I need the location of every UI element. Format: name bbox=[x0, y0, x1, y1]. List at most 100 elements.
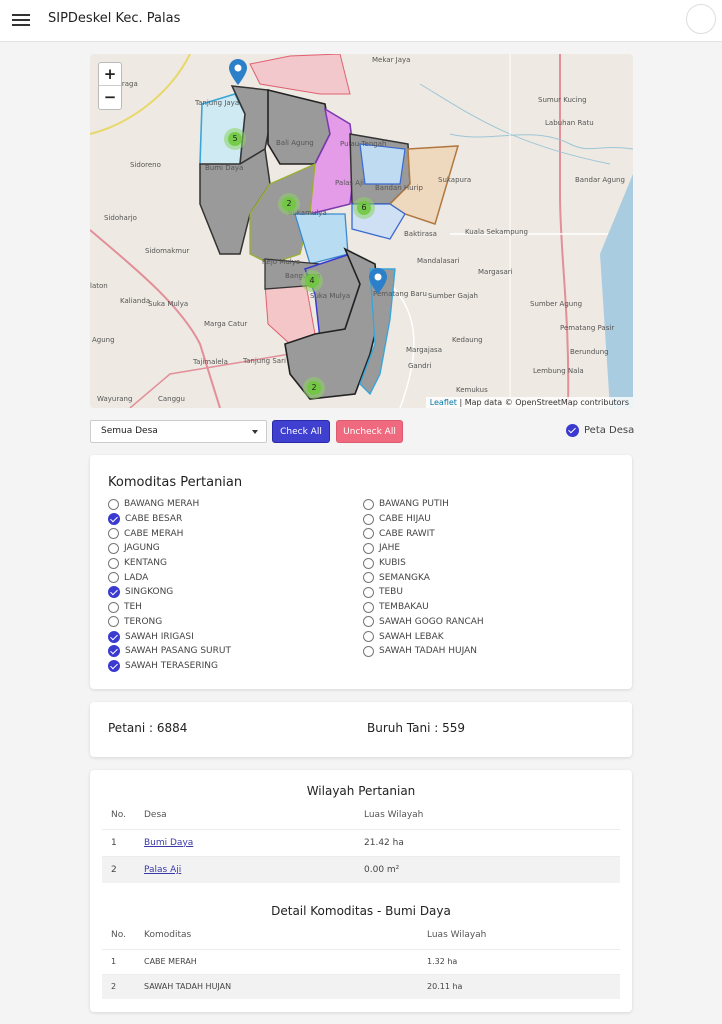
map-marker-icon[interactable] bbox=[369, 268, 387, 294]
map-label: Sumber Gajah bbox=[428, 292, 478, 300]
map-marker-icon[interactable] bbox=[229, 59, 247, 85]
komoditas-checkbox-item[interactable]: JAHE bbox=[363, 541, 484, 556]
komoditas-label: LADA bbox=[124, 572, 149, 583]
komoditas-label: TERONG bbox=[124, 616, 163, 627]
map-label: Kuala Sekampung bbox=[465, 228, 528, 236]
komoditas-checkbox-item[interactable]: SAWAH LEBAK bbox=[363, 629, 484, 644]
checkbox-unchecked-icon bbox=[108, 557, 119, 569]
komoditas-checkbox-item[interactable]: SAWAH TERASERING bbox=[108, 659, 231, 674]
map-cluster[interactable]: 4 bbox=[301, 270, 323, 292]
desa-select[interactable]: Semua Desa bbox=[90, 420, 267, 443]
column-header: Desa bbox=[144, 809, 167, 820]
komoditas-checkbox-item[interactable]: BAWANG MERAH bbox=[108, 497, 231, 512]
komoditas-checkbox-item[interactable]: CABE BESAR bbox=[108, 512, 231, 527]
cluster-count: 2 bbox=[307, 381, 321, 395]
map-label: Baktirasa bbox=[404, 230, 437, 238]
komoditas-checkbox-item[interactable]: CABE MERAH bbox=[108, 526, 231, 541]
komoditas-label: CABE MERAH bbox=[124, 528, 184, 539]
row-no: 2 bbox=[102, 973, 135, 999]
wilayah-title: Wilayah Pertanian bbox=[306, 784, 416, 798]
map-label: Pematang Pasir bbox=[560, 324, 615, 332]
komoditas-checkbox-item[interactable]: CABE HIJAU bbox=[363, 512, 484, 527]
komoditas-label: SAWAH LEBAK bbox=[379, 631, 444, 642]
map-label: Kedaung bbox=[452, 336, 483, 344]
komoditas-checkbox-item[interactable]: LADA bbox=[108, 570, 231, 585]
column-header: No. bbox=[111, 809, 126, 820]
row-komoditas: CABE MERAH bbox=[135, 948, 418, 974]
checkbox-checked-icon bbox=[108, 645, 120, 658]
zoom-out-button[interactable]: − bbox=[99, 86, 121, 109]
column-header: Luas Wilayah bbox=[364, 809, 424, 820]
map-label: Bumi Daya bbox=[205, 164, 244, 172]
komoditas-checkbox-item[interactable]: KUBIS bbox=[363, 556, 484, 571]
checkbox-unchecked-icon bbox=[108, 572, 119, 584]
checkbox-unchecked-icon bbox=[363, 631, 374, 643]
caret-down-icon bbox=[252, 430, 258, 434]
komoditas-checkbox-item[interactable]: SAWAH TADAH HUJAN bbox=[363, 644, 484, 659]
desa-link[interactable]: Palas Aji bbox=[144, 865, 181, 875]
map-label: Suka Mulya bbox=[148, 300, 189, 308]
komoditas-checkbox-item[interactable]: TEMBAKAU bbox=[363, 600, 484, 615]
komoditas-checkbox-item[interactable]: BAWANG PUTIH bbox=[363, 497, 484, 512]
checkbox-checked-icon bbox=[108, 513, 120, 526]
komoditas-checkbox-item[interactable]: TEBU bbox=[363, 585, 484, 600]
cluster-count: 2 bbox=[282, 197, 296, 211]
check-all-button[interactable]: Check All bbox=[272, 420, 330, 443]
komoditas-checkbox-item[interactable]: SEMANGKA bbox=[363, 570, 484, 585]
detail-title: Detail Komoditas - Bumi Daya bbox=[271, 904, 451, 918]
komoditas-checkbox-item[interactable]: TEH bbox=[108, 600, 231, 615]
map-label: Tajimalela bbox=[193, 358, 228, 366]
map-label: Lembung Nala bbox=[533, 367, 584, 375]
komoditas-checkbox-item[interactable]: SAWAH PASANG SURUT bbox=[108, 644, 231, 659]
map-view[interactable]: + − Mekar Jaya Balinuraga Tanjung Jaya S… bbox=[90, 54, 633, 408]
komoditas-checkbox-item[interactable]: SINGKONG bbox=[108, 585, 231, 600]
checkbox-unchecked-icon bbox=[108, 498, 119, 510]
map-label: Marga Catur bbox=[204, 320, 248, 328]
komoditas-title: Komoditas Pertanian bbox=[108, 475, 243, 490]
checkbox-unchecked-icon bbox=[363, 616, 374, 628]
desa-select-value: Semua Desa bbox=[101, 426, 158, 436]
app-title: SIPDeskel Kec. Palas bbox=[48, 11, 181, 26]
leaflet-link[interactable]: Leaflet bbox=[430, 398, 457, 407]
map-cluster[interactable]: 5 bbox=[224, 128, 246, 150]
komoditas-card: Komoditas Pertanian BAWANG MERAH CABE BES… bbox=[90, 455, 632, 689]
map-label: laton bbox=[90, 282, 108, 290]
komoditas-checkbox-item[interactable]: SAWAH IRIGASI bbox=[108, 629, 231, 644]
stats-card: Petani : 6884 Buruh Tani : 559 bbox=[90, 702, 632, 757]
map-label: Sidoreno bbox=[130, 161, 161, 169]
map-label: Bali Agung bbox=[276, 139, 314, 147]
map-canvas bbox=[90, 54, 633, 408]
map-label: Sumur Kucing bbox=[538, 96, 587, 104]
uncheck-all-button[interactable]: Uncheck All bbox=[336, 420, 403, 443]
komoditas-label: BAWANG PUTIH bbox=[379, 499, 449, 510]
checkbox-unchecked-icon bbox=[108, 601, 119, 613]
komoditas-checkbox-item[interactable]: JAGUNG bbox=[108, 541, 231, 556]
wilayah-card: Wilayah Pertanian No. Desa Luas Wilayah … bbox=[90, 770, 632, 1012]
zoom-control: + − bbox=[98, 62, 122, 110]
zoom-in-button[interactable]: + bbox=[99, 63, 121, 86]
map-cluster[interactable]: 2 bbox=[278, 193, 300, 215]
komoditas-checkbox-item[interactable]: TERONG bbox=[108, 615, 231, 630]
komoditas-label: CABE RAWIT bbox=[379, 528, 435, 539]
komoditas-checkbox-item[interactable]: CABE RAWIT bbox=[363, 526, 484, 541]
komoditas-label: SINGKONG bbox=[125, 587, 174, 598]
hamburger-menu-icon[interactable] bbox=[12, 11, 30, 29]
peta-desa-toggle[interactable]: Peta Desa bbox=[566, 424, 634, 437]
map-label: Sidoharjo bbox=[104, 214, 137, 222]
map-label: Mandalasari bbox=[417, 257, 460, 265]
checkbox-unchecked-icon bbox=[363, 572, 374, 584]
map-cluster[interactable]: 6 bbox=[353, 197, 375, 219]
cluster-count: 6 bbox=[357, 201, 371, 215]
row-luas: 1.32 ha bbox=[418, 948, 620, 974]
avatar[interactable] bbox=[686, 4, 716, 34]
komoditas-list-left: BAWANG MERAH CABE BESAR CABE MERAH JAGUNG KE… bbox=[108, 497, 231, 673]
row-komoditas: SAWAH TADAH HUJAN bbox=[135, 973, 418, 999]
checkbox-unchecked-icon bbox=[108, 528, 119, 540]
table-row: 1 Bumi Daya 21.42 ha bbox=[102, 828, 620, 856]
map-cluster[interactable]: 2 bbox=[303, 377, 325, 399]
checkbox-unchecked-icon bbox=[363, 557, 374, 569]
komoditas-checkbox-item[interactable]: KENTANG bbox=[108, 556, 231, 571]
desa-link[interactable]: Bumi Daya bbox=[144, 838, 193, 848]
komoditas-checkbox-item[interactable]: SAWAH GOGO RANCAH bbox=[363, 615, 484, 630]
map-label: Rejo Mulyo bbox=[262, 258, 301, 266]
